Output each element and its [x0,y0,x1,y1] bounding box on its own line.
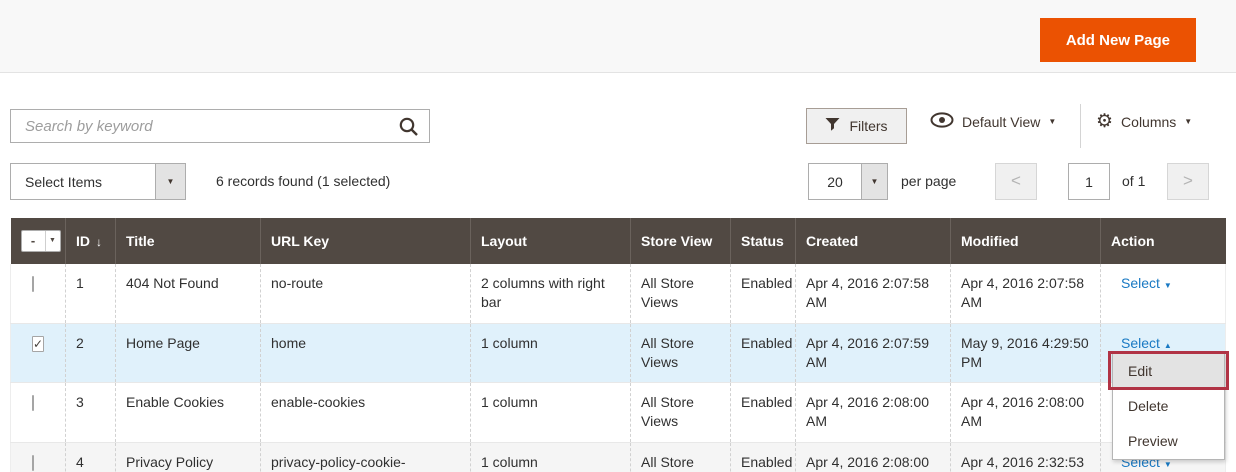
cell-created: Apr 4, 2016 2:07:59 AM [796,323,951,382]
sort-desc-icon: ↓ [96,235,102,249]
chevron-down-icon: ▼ [1164,281,1172,290]
table-row-selected: ✓ 2 Home Page home 1 column All Store Vi… [11,323,1226,382]
column-header-url-key[interactable]: URL Key [261,218,471,264]
column-header-store-view[interactable]: Store View [631,218,731,264]
keyword-search-box [10,109,430,143]
row-action-menu: Edit Delete Preview [1112,353,1225,460]
table-row: 1 404 Not Found no-route 2 columns with … [11,264,1226,323]
gear-icon: ⚙ [1096,112,1113,131]
column-header-layout[interactable]: Layout [471,218,631,264]
filters-label: Filters [849,118,887,134]
column-header-title[interactable]: Title [116,218,261,264]
select-all-dash-icon: - [22,231,45,251]
select-all-header: - ▼ [11,218,66,264]
row-checkbox-checked[interactable]: ✓ [32,336,44,352]
next-page-button[interactable]: > [1167,163,1209,200]
menu-item-delete[interactable]: Delete [1113,389,1224,424]
cell-created: Apr 4, 2016 2:08:00 AM [796,442,951,472]
cell-url-key: enable-cookies [261,382,471,442]
cms-pages-grid-screen: Add New Page Filters Default View ▼ ⚙ Co… [0,0,1236,472]
chevron-left-icon: < [1011,171,1021,190]
filters-button[interactable]: Filters [806,108,907,144]
row-checkbox[interactable] [32,395,34,411]
records-summary: 6 records found (1 selected) [216,173,390,189]
cell-url-key: home [261,323,471,382]
default-view-dropdown[interactable]: Default View ▼ [930,112,1056,131]
default-view-label: Default View [962,114,1040,130]
row-select-action-open[interactable]: Select▲ [1121,335,1172,351]
mass-action-label: Select Items [11,164,155,199]
per-page-label: per page [901,173,956,189]
cell-title: Enable Cookies [116,382,261,442]
cell-created: Apr 4, 2016 2:08:00 AM [796,382,951,442]
cell-id: 4 [66,442,116,472]
mass-action-caret-button[interactable]: ▼ [155,164,185,199]
table-row: 3 Enable Cookies enable-cookies 1 column… [11,382,1226,442]
cell-store-view: All Store Views [631,264,731,323]
cell-store-view: All Store Views [631,323,731,382]
columns-dropdown[interactable]: ⚙ Columns ▼ [1096,112,1192,131]
cell-status: Enabled [731,382,796,442]
cell-title: Home Page [116,323,261,382]
cms-pages-table: - ▼ ID↓ Title URL Key Layout Store View … [10,218,1226,472]
table-row: 4 Privacy Policy privacy-policy-cookie- … [11,442,1226,472]
column-header-created[interactable]: Created [796,218,951,264]
table-header-row: - ▼ ID↓ Title URL Key Layout Store View … [11,218,1226,264]
chevron-down-icon: ▼ [1184,118,1192,126]
chevron-down-icon: ▼ [871,178,879,186]
current-page-input[interactable] [1068,163,1110,200]
page-header-band: Add New Page [0,0,1236,73]
search-input[interactable] [11,110,429,142]
cell-title: Privacy Policy [116,442,261,472]
cell-status: Enabled [731,264,796,323]
search-icon[interactable] [398,116,420,143]
per-page-caret-button[interactable]: ▼ [861,164,887,199]
cell-layout: 2 columns with right bar [471,264,631,323]
mass-action-select[interactable]: Select Items ▼ [10,163,186,200]
toolbar-divider [1080,104,1081,148]
cell-layout: 1 column [471,382,631,442]
column-header-action: Action [1101,218,1226,264]
filter-funnel-icon [825,117,840,135]
eye-icon [930,112,954,131]
previous-page-button[interactable]: < [995,163,1037,200]
cell-modified: May 9, 2016 4:29:50 PM [951,323,1101,382]
column-header-id[interactable]: ID↓ [66,218,116,264]
cell-layout: 1 column [471,442,631,472]
cell-id: 2 [66,323,116,382]
cell-modified: Apr 4, 2016 2:08:00 AM [951,382,1101,442]
chevron-down-icon: ▼ [45,231,60,251]
menu-item-preview[interactable]: Preview [1113,424,1224,459]
column-header-status[interactable]: Status [731,218,796,264]
row-checkbox[interactable] [32,455,34,471]
add-new-page-button[interactable]: Add New Page [1040,18,1196,62]
chevron-down-icon: ▼ [1048,118,1056,126]
cell-layout: 1 column [471,323,631,382]
chevron-up-icon: ▲ [1164,341,1172,350]
cell-status: Enabled [731,442,796,472]
cell-status: Enabled [731,323,796,382]
row-select-action[interactable]: Select▼ [1121,275,1172,291]
cell-modified: Apr 4, 2016 2:07:58 AM [951,264,1101,323]
chevron-right-icon: > [1183,171,1193,190]
select-all-control[interactable]: - ▼ [21,230,61,252]
per-page-select[interactable]: 20 ▼ [808,163,888,200]
cell-id: 3 [66,382,116,442]
menu-item-edit[interactable]: Edit [1113,354,1224,389]
column-header-modified[interactable]: Modified [951,218,1101,264]
cell-created: Apr 4, 2016 2:07:58 AM [796,264,951,323]
page-count-label: of 1 [1122,173,1145,189]
row-checkbox[interactable] [32,276,34,292]
chevron-down-icon: ▼ [1164,460,1172,469]
cell-url-key: no-route [261,264,471,323]
cell-store-view: All Store Views [631,382,731,442]
cell-title: 404 Not Found [116,264,261,323]
cell-store-view: All Store Views [631,442,731,472]
cell-id: 1 [66,264,116,323]
cell-modified: Apr 4, 2016 2:32:53 AM [951,442,1101,472]
columns-label: Columns [1121,114,1176,130]
chevron-down-icon: ▼ [167,178,175,186]
cell-url-key: privacy-policy-cookie- [261,442,471,472]
per-page-value: 20 [809,164,861,199]
